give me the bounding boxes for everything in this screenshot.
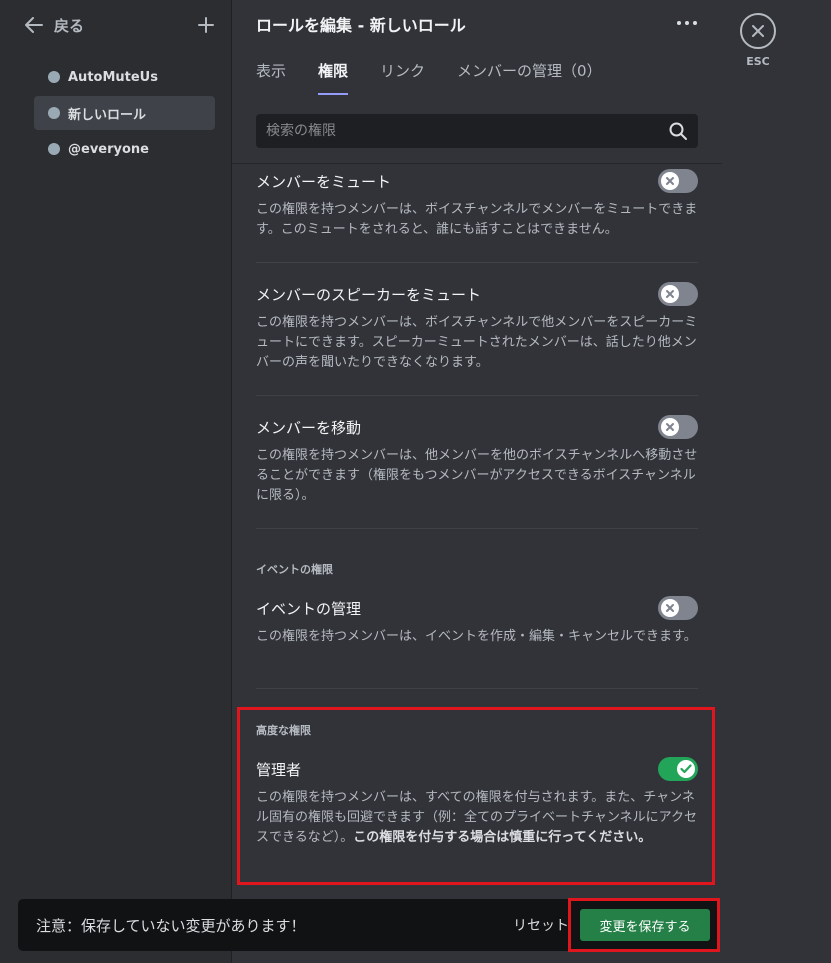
permission-description: この権限を持つメンバーは、すべての権限を付与されます。また、チャンネル固有の権限… bbox=[256, 788, 698, 848]
role-list: AutoMuteUs 新しいロール @everyone bbox=[34, 60, 215, 168]
role-editor: ロールを編集 - 新しいロール 表示 権限 リンク メンバーの管理（0） メンバ… bbox=[232, 0, 722, 963]
divider bbox=[256, 688, 698, 689]
tab-permissions[interactable]: 権限 bbox=[318, 60, 349, 95]
search-icon[interactable] bbox=[668, 121, 688, 141]
plus-icon[interactable] bbox=[196, 15, 216, 35]
deafen-members-toggle[interactable] bbox=[658, 282, 698, 306]
x-icon bbox=[666, 423, 674, 431]
administrator-toggle[interactable] bbox=[658, 757, 698, 781]
permission-description: この権限を持つメンバーは、ボイスチャンネルで他メンバーをスピーカーミュートにでき… bbox=[256, 315, 698, 370]
permission-deafen-members: メンバーのスピーカーをミュート この権限を持つメンバーは、ボイスチャンネルで他メ… bbox=[256, 281, 698, 373]
divider bbox=[256, 262, 698, 263]
move-members-toggle[interactable] bbox=[658, 415, 698, 439]
permission-name: イベントの管理 bbox=[256, 599, 362, 618]
close-icon bbox=[752, 25, 764, 37]
permission-administrator: 管理者 この権限を持つメンバーは、すべての権限を付与されます。また、チャンネル固… bbox=[256, 756, 698, 848]
section-title-events: イベントの権限 bbox=[256, 563, 333, 576]
permission-name: メンバーをミュート bbox=[256, 172, 392, 191]
role-item-everyone[interactable]: @everyone bbox=[34, 132, 215, 166]
role-color-dot bbox=[48, 107, 60, 119]
role-color-dot bbox=[48, 143, 60, 155]
esc-control: ESC bbox=[740, 13, 776, 68]
role-sidebar: 戻る AutoMuteUs 新しいロール @everyone bbox=[0, 0, 232, 963]
role-name: 新しいロール bbox=[68, 107, 147, 123]
save-changes-button[interactable]: 変更を保存する bbox=[580, 909, 710, 941]
permission-name: メンバーのスピーカーをミュート bbox=[256, 285, 482, 304]
more-options-icon[interactable] bbox=[672, 10, 702, 36]
permission-manage-events: イベントの管理 この権限を持つメンバーは、イベントを作成・編集・キャンセルできま… bbox=[256, 595, 698, 647]
permission-search bbox=[256, 114, 698, 148]
administrator-warning: この権限を付与する場合は慎重に行ってください。 bbox=[353, 830, 652, 845]
mute-members-toggle[interactable] bbox=[658, 169, 698, 193]
divider bbox=[256, 395, 698, 396]
role-item-new-role[interactable]: 新しいロール bbox=[34, 96, 215, 130]
permission-name: 管理者 bbox=[256, 760, 302, 779]
page-title: ロールを編集 - 新しいロール bbox=[256, 16, 466, 35]
tab-manage-members[interactable]: メンバーの管理（0） bbox=[457, 60, 602, 95]
x-icon bbox=[666, 604, 674, 612]
tab-bar: 表示 権限 リンク メンバーの管理（0） bbox=[256, 60, 634, 95]
divider bbox=[256, 528, 698, 529]
permission-move-members: メンバーを移動 この権限を持つメンバーは、他メンバーを他のボイスチャンネルへ移動… bbox=[256, 414, 698, 506]
permission-description: この権限を持つメンバーは、ボイスチャンネルでメンバーをミュートできます。このミュ… bbox=[256, 202, 698, 237]
tab-links[interactable]: リンク bbox=[380, 60, 425, 95]
permission-description: この権限を持つメンバーは、他メンバーを他のボイスチャンネルへ移動させることができ… bbox=[256, 448, 698, 503]
reset-button[interactable]: リセット bbox=[513, 899, 569, 951]
unsaved-changes-text: 注意：保存していない変更があります！ bbox=[36, 916, 306, 935]
back-row: 戻る bbox=[24, 12, 216, 38]
close-button[interactable] bbox=[740, 13, 776, 49]
back-button[interactable]: 戻る bbox=[54, 15, 84, 36]
search-input[interactable] bbox=[266, 123, 668, 139]
x-icon bbox=[666, 290, 674, 298]
role-name: @everyone bbox=[68, 141, 149, 157]
tab-display[interactable]: 表示 bbox=[256, 60, 286, 95]
permission-mute-members: メンバーをミュート この権限を持つメンバーは、ボイスチャンネルでメンバーをミュー… bbox=[256, 168, 698, 240]
role-name: AutoMuteUs bbox=[68, 69, 158, 85]
permission-description: この権限を持つメンバーは、イベントを作成・編集・キャンセルできます。 bbox=[256, 629, 697, 644]
check-icon bbox=[680, 764, 692, 774]
unsaved-changes-bar: 注意：保存していない変更があります！ リセット 変更を保存する bbox=[18, 899, 720, 951]
permission-name: メンバーを移動 bbox=[256, 418, 362, 437]
esc-label: ESC bbox=[746, 55, 770, 68]
arrow-left-icon[interactable] bbox=[24, 15, 44, 35]
divider bbox=[232, 163, 722, 164]
section-title-advanced: 高度な権限 bbox=[256, 724, 311, 737]
role-color-dot bbox=[48, 71, 60, 83]
role-item-automuteus[interactable]: AutoMuteUs bbox=[34, 60, 215, 94]
manage-events-toggle[interactable] bbox=[658, 596, 698, 620]
x-icon bbox=[666, 177, 674, 185]
